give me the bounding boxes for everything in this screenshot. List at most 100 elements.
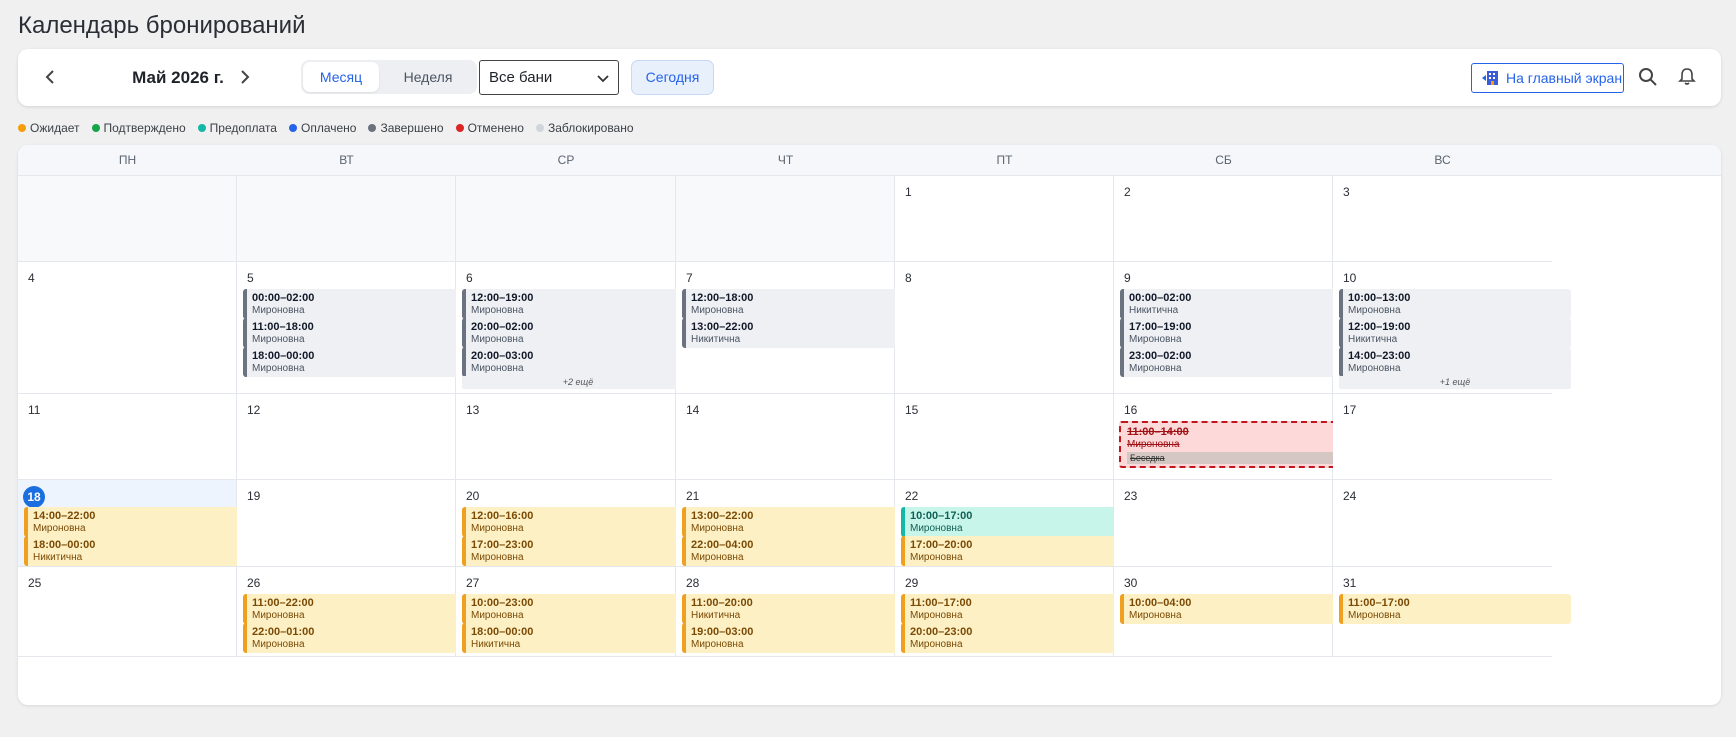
search-button[interactable] xyxy=(1638,67,1660,89)
day-cell[interactable]: 23 xyxy=(1114,480,1333,567)
day-number: 21 xyxy=(686,489,700,503)
day-cell[interactable]: 15 xyxy=(895,394,1114,480)
day-cell[interactable]: 4 xyxy=(18,262,237,394)
booking-event[interactable]: 11:00–17:00 Мироновна xyxy=(1339,594,1571,624)
booking-bath-name: Мироновна xyxy=(691,639,744,650)
day-cell[interactable]: 21 13:00–22:00 Мироновна 22:00–04:00 Миронов… xyxy=(676,480,914,567)
day-cell[interactable]: 10 10:00–13:00 Мироновна 12:00–19:00 Никитич… xyxy=(1333,262,1571,394)
booking-bath-name: Мироновна xyxy=(471,305,524,316)
legend-label: Заблокировано xyxy=(547,121,634,135)
booking-event[interactable]: 10:00–04:00 Мироновна xyxy=(1120,594,1352,624)
booking-time: 11:00–17:00 xyxy=(910,597,972,609)
booking-event[interactable]: 22:00–01:00 Мироновна xyxy=(243,623,475,653)
day-cell[interactable]: 13 xyxy=(456,394,676,480)
cancelled-booking-event[interactable]: 11:00–14:00 Мироновна Беседка xyxy=(1119,421,1352,468)
day-cell[interactable]: 29 11:00–17:00 Мироновна 20:00–23:00 Миронов… xyxy=(895,567,1133,657)
day-cell[interactable]: 26 11:00–22:00 Мироновна 22:00–01:00 Миронов… xyxy=(237,567,475,657)
day-cell[interactable]: 16 11:00–14:00 Мироновна Беседка xyxy=(1114,394,1352,480)
notifications-button[interactable] xyxy=(1678,67,1700,89)
booking-event[interactable]: 12:00–18:00 Мироновна xyxy=(682,289,914,319)
day-number: 17 xyxy=(1343,403,1357,417)
booking-event[interactable]: 14:00–23:00 Мироновна xyxy=(1339,347,1571,377)
booking-event[interactable]: 10:00–13:00 Мироновна xyxy=(1339,289,1571,319)
booking-event[interactable]: 20:00–23:00 Мироновна xyxy=(901,623,1133,653)
booking-time: 20:00–02:00 xyxy=(471,321,534,333)
booking-event[interactable]: 19:00–03:00 Мироновна xyxy=(682,623,914,653)
today-button[interactable]: Сегодня xyxy=(631,60,714,95)
booking-event[interactable]: 12:00–19:00 Никитична xyxy=(1339,318,1571,348)
next-month-button[interactable] xyxy=(232,65,256,89)
booking-bath-name: Мироновна xyxy=(1127,439,1180,450)
legend-item: Отменено xyxy=(455,121,524,135)
chevron-left-icon xyxy=(45,70,54,84)
home-screen-button[interactable]: На главный экран xyxy=(1471,63,1624,93)
booking-event[interactable]: 13:00–22:00 Никитична xyxy=(682,318,914,348)
day-cell[interactable]: 3 xyxy=(1333,176,1552,262)
day-cell[interactable]: 14 xyxy=(676,394,895,480)
booking-event[interactable]: 23:00–02:00 Мироновна xyxy=(1120,347,1352,377)
day-cell[interactable]: 18 14:00–22:00 Мироновна 18:00–00:00 Никитич… xyxy=(18,480,256,567)
booking-event[interactable]: 20:00–02:00 Мироновна xyxy=(462,318,694,348)
booking-event[interactable]: 18:00–00:00 Никитична xyxy=(24,536,256,566)
day-cell[interactable]: 25 xyxy=(18,567,237,657)
booking-bath-name: Никитична xyxy=(471,639,521,650)
day-cell[interactable]: 5 00:00–02:00 Мироновна 11:00–18:00 Мироновн… xyxy=(237,262,475,394)
day-cell[interactable]: 12 xyxy=(237,394,456,480)
day-cell[interactable]: 8 xyxy=(895,262,1114,394)
day-cell[interactable]: 1 xyxy=(895,176,1114,262)
booking-event[interactable]: 20:00–03:00 Мироновна xyxy=(462,347,694,377)
prev-month-button[interactable] xyxy=(39,65,63,89)
booking-time: 10:00–17:00 xyxy=(910,510,973,522)
day-cell[interactable]: 28 11:00–20:00 Никитична 19:00–03:00 Миронов… xyxy=(676,567,914,657)
booking-time: 18:00–00:00 xyxy=(252,350,315,362)
day-cell[interactable]: 22 10:00–17:00 Мироновна 17:00–20:00 Миронов… xyxy=(895,480,1133,567)
booking-event[interactable]: 10:00–17:00 Мироновна xyxy=(901,507,1133,537)
booking-event[interactable]: 11:00–17:00 Мироновна xyxy=(901,594,1133,624)
booking-bath-name: Мироновна xyxy=(691,305,744,316)
booking-time: 11:00–18:00 xyxy=(252,321,314,333)
day-cell[interactable]: 7 12:00–18:00 Мироновна 13:00–22:00 Никитичн… xyxy=(676,262,914,394)
booking-event[interactable]: 17:00–20:00 Мироновна xyxy=(901,536,1133,566)
booking-time: 10:00–04:00 xyxy=(1129,597,1192,609)
booking-event[interactable]: 18:00–00:00 Никитична xyxy=(462,623,694,653)
legend-item: Ожидает xyxy=(18,121,80,135)
booking-event[interactable]: 11:00–18:00 Мироновна xyxy=(243,318,475,348)
bath-select[interactable]: Все бани xyxy=(479,60,619,95)
day-cell[interactable]: 30 10:00–04:00 Мироновна xyxy=(1114,567,1352,657)
day-cell[interactable]: 6 12:00–19:00 Мироновна 20:00–02:00 Мироновн… xyxy=(456,262,694,394)
toolbar: Май 2026 г. Месяц Неделя Все бани Сегодн… xyxy=(18,49,1721,106)
booking-event[interactable]: 13:00–22:00 Мироновна xyxy=(682,507,914,537)
booking-event[interactable]: 17:00–23:00 Мироновна xyxy=(462,536,694,566)
day-cell[interactable]: 31 11:00–17:00 Мироновна xyxy=(1333,567,1571,657)
booking-event[interactable]: 14:00–22:00 Мироновна xyxy=(24,507,256,537)
status-dot-icon xyxy=(455,124,464,132)
booking-event[interactable]: 12:00–19:00 Мироновна xyxy=(462,289,694,319)
day-cell[interactable]: 11 xyxy=(18,394,237,480)
booking-event[interactable]: 12:00–16:00 Мироновна xyxy=(462,507,694,537)
booking-event[interactable]: 11:00–22:00 Мироновна xyxy=(243,594,475,624)
day-cell[interactable] xyxy=(18,176,237,262)
day-cell[interactable]: 9 00:00–02:00 Никитична 17:00–19:00 Мироновн… xyxy=(1114,262,1352,394)
booking-event[interactable]: 18:00–00:00 Мироновна xyxy=(243,347,475,377)
more-events-link[interactable]: +2 ещё xyxy=(462,376,694,389)
view-month-button[interactable]: Месяц xyxy=(303,62,379,92)
view-week-button[interactable]: Неделя xyxy=(381,62,475,92)
more-events-link[interactable]: +1 ещё xyxy=(1339,376,1571,389)
booking-event[interactable]: 00:00–02:00 Никитична xyxy=(1120,289,1352,319)
day-number: 1 xyxy=(905,185,912,199)
day-cell[interactable]: 19 xyxy=(237,480,456,567)
day-cell[interactable] xyxy=(676,176,895,262)
day-cell[interactable] xyxy=(456,176,676,262)
day-cell[interactable]: 24 xyxy=(1333,480,1552,567)
booking-time: 00:00–02:00 xyxy=(252,292,315,304)
booking-event[interactable]: 17:00–19:00 Мироновна xyxy=(1120,318,1352,348)
day-cell[interactable]: 27 10:00–23:00 Мироновна 18:00–00:00 Никитич… xyxy=(456,567,694,657)
day-cell[interactable]: 2 xyxy=(1114,176,1333,262)
day-cell[interactable]: 17 xyxy=(1333,394,1552,480)
booking-event[interactable]: 10:00–23:00 Мироновна xyxy=(462,594,694,624)
day-cell[interactable] xyxy=(237,176,456,262)
booking-event[interactable]: 22:00–04:00 Мироновна xyxy=(682,536,914,566)
booking-event[interactable]: 00:00–02:00 Мироновна xyxy=(243,289,475,319)
booking-event[interactable]: 11:00–20:00 Никитична xyxy=(682,594,914,624)
day-cell[interactable]: 20 12:00–16:00 Мироновна 17:00–23:00 Миронов… xyxy=(456,480,694,567)
